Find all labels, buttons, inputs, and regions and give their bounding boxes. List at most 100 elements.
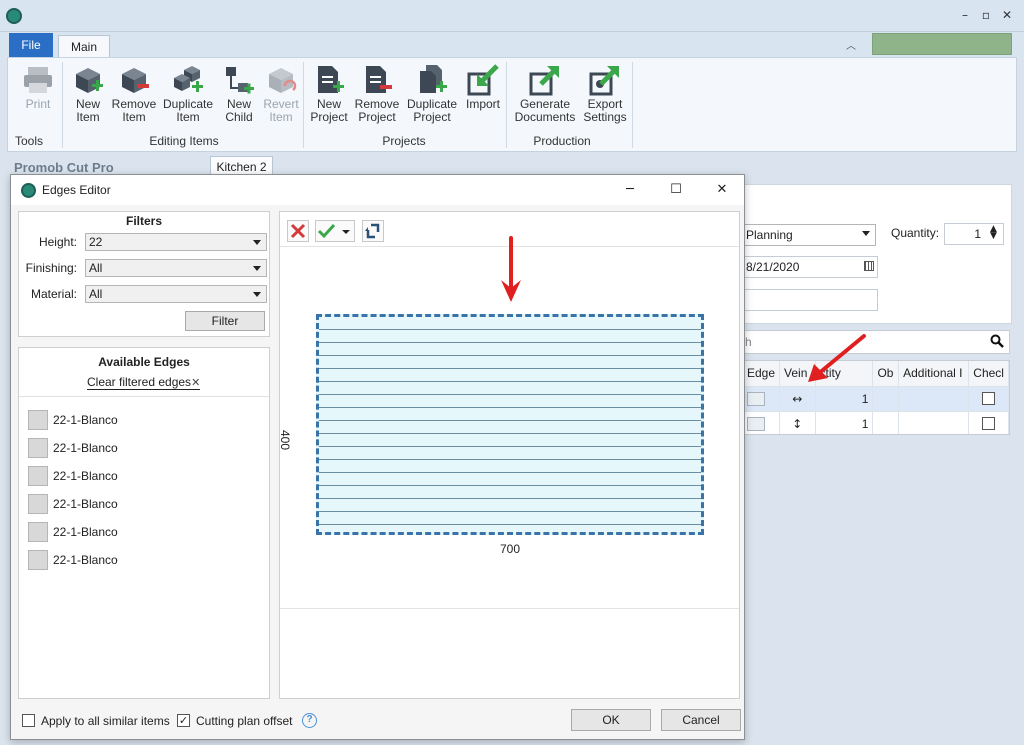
- column-header-edge[interactable]: Edge: [743, 361, 781, 387]
- dialog-logo-icon: [21, 183, 36, 198]
- list-item[interactable]: 22-1-Blanco: [28, 490, 118, 518]
- duplicate-project-button[interactable]: Duplicate Project: [404, 64, 460, 128]
- cutting-offset-label: Cutting plan offset: [196, 714, 293, 728]
- quantity-label: Quantity:: [891, 226, 940, 240]
- additional-cell: [898, 386, 970, 412]
- dialog-close-icon[interactable]: ✕: [710, 180, 734, 200]
- edge-name: 22-1-Blanco: [53, 413, 118, 427]
- column-header-additional[interactable]: Additional I: [898, 361, 970, 387]
- remove-project-button[interactable]: Remove Project: [352, 64, 402, 128]
- revert-item-button[interactable]: Revert Item: [261, 64, 301, 128]
- clear-x-icon[interactable]: ✕: [191, 376, 200, 389]
- tab-main[interactable]: Main: [58, 35, 110, 58]
- list-item[interactable]: 22-1-Blanco: [28, 518, 118, 546]
- row-checkbox[interactable]: [982, 392, 996, 405]
- filters-heading: Filters: [125, 214, 162, 228]
- new-item-button[interactable]: New Item: [68, 64, 108, 128]
- material-label: Material:: [30, 287, 77, 301]
- remove-edges-button[interactable]: [287, 220, 309, 242]
- list-item[interactable]: 22-1-Blanco: [28, 434, 118, 462]
- height-label: Height:: [38, 235, 77, 249]
- restore-icon[interactable]: ▫: [976, 6, 996, 24]
- quantity-stepper[interactable]: ▲ ▼: [990, 225, 997, 241]
- ok-button[interactable]: OK: [571, 709, 651, 731]
- duplicate-project-icon: [416, 64, 448, 96]
- remove-item-label-2: Item: [122, 110, 146, 124]
- list-divider: [19, 396, 269, 397]
- clear-filtered-edges-label: Clear filtered edges: [87, 375, 192, 389]
- edge-swatch: [28, 522, 48, 542]
- ribbon-separator: [632, 62, 633, 148]
- duplicate-item-button[interactable]: Duplicate Item: [160, 64, 216, 128]
- edge-cell[interactable]: [743, 411, 781, 434]
- red-x-icon: [290, 223, 306, 239]
- print-button[interactable]: Print: [18, 64, 58, 128]
- status-dropdown[interactable]: Planning: [742, 224, 876, 246]
- apply-edges-dropdown[interactable]: [315, 220, 355, 242]
- edge-name: 22-1-Blanco: [53, 469, 118, 483]
- dialog-maximize-icon[interactable]: ☐: [664, 180, 688, 200]
- app-title: Promob Cut Pro: [14, 160, 114, 175]
- dialog-title: Edges Editor: [42, 183, 111, 197]
- height-dropdown[interactable]: 22: [85, 233, 267, 251]
- help-icon[interactable]: ?: [302, 713, 317, 728]
- edge-list: 22-1-Blanco 22-1-Blanco 22-1-Blanco 22-1…: [28, 406, 118, 574]
- apply-all-checkbox[interactable]: [22, 714, 35, 727]
- duplicate-item-icon: [172, 64, 204, 96]
- column-header-ob[interactable]: Ob: [872, 361, 900, 387]
- board-height-label: 400: [278, 430, 292, 451]
- cancel-button[interactable]: Cancel: [661, 709, 741, 731]
- remove-item-button[interactable]: Remove Item: [111, 64, 157, 128]
- new-child-button[interactable]: New Child: [219, 64, 259, 128]
- vein-lines: [319, 317, 701, 532]
- list-item[interactable]: 22-1-Blanco: [28, 546, 118, 574]
- check-cell[interactable]: [968, 386, 1009, 412]
- revert-item-icon: [265, 64, 297, 96]
- row-checkbox[interactable]: [982, 417, 996, 430]
- import-button[interactable]: Import: [463, 64, 503, 128]
- remove-project-icon: [361, 64, 393, 96]
- group-production-label: Production: [533, 134, 591, 148]
- clear-filtered-edges-link[interactable]: Clear filtered edges✕: [87, 375, 201, 390]
- annotation-down-arrow-icon: [501, 236, 521, 302]
- edge-swatch: [28, 438, 48, 458]
- export-settings-button[interactable]: Export Settings: [581, 64, 629, 128]
- rotate-icon: [365, 223, 380, 239]
- edge-name: 22-1-Blanco: [53, 553, 118, 567]
- ob-cell: [872, 386, 900, 412]
- list-item[interactable]: 22-1-Blanco: [28, 406, 118, 434]
- duplicate-item-label-2: Item: [176, 110, 200, 124]
- ribbon-tab-strip: [0, 32, 1024, 58]
- vein-vertical-icon[interactable]: ↕: [779, 411, 816, 434]
- date-field[interactable]: 8/21/2020: [742, 256, 878, 278]
- search-icon[interactable]: [990, 334, 1004, 348]
- list-item[interactable]: 22-1-Blanco: [28, 462, 118, 490]
- material-dropdown[interactable]: All: [85, 285, 267, 303]
- search-input[interactable]: h: [742, 330, 1010, 354]
- items-grid: Edge Vein ctity Ob Additional I Checl ↔ …: [742, 360, 1010, 435]
- column-header-check[interactable]: Checl: [968, 361, 1009, 387]
- edges-editor-dialog: Edges Editor ─ ☐ ✕ Filters Height: 22 Fi…: [10, 174, 745, 740]
- app-logo-icon: [6, 8, 22, 24]
- edge-cell[interactable]: [743, 386, 781, 412]
- minimize-icon[interactable]: –: [955, 6, 975, 24]
- check-cell[interactable]: [968, 411, 1009, 434]
- tab-file[interactable]: File: [9, 33, 53, 57]
- generate-documents-button[interactable]: Generate Documents: [512, 64, 578, 128]
- filter-button[interactable]: Filter: [185, 311, 265, 331]
- rotate-button[interactable]: [362, 220, 384, 242]
- finishing-dropdown[interactable]: All: [85, 259, 267, 277]
- group-editing-label: Editing Items: [149, 134, 219, 148]
- dialog-minimize-icon[interactable]: ─: [618, 180, 642, 200]
- cutting-offset-checkbox[interactable]: ✓: [177, 714, 190, 727]
- close-icon[interactable]: ✕: [997, 6, 1017, 24]
- collapse-ribbon-icon[interactable]: ︿: [846, 37, 864, 52]
- text-field[interactable]: [742, 289, 878, 311]
- import-icon: [467, 64, 499, 96]
- new-project-button[interactable]: New Project: [308, 64, 350, 128]
- finishing-label: Finishing:: [25, 261, 77, 275]
- board-preview[interactable]: [316, 314, 704, 535]
- table-row[interactable]: ↕ 1: [743, 411, 1009, 434]
- table-row[interactable]: ↔ 1: [743, 386, 1009, 412]
- calendar-icon[interactable]: [864, 261, 874, 271]
